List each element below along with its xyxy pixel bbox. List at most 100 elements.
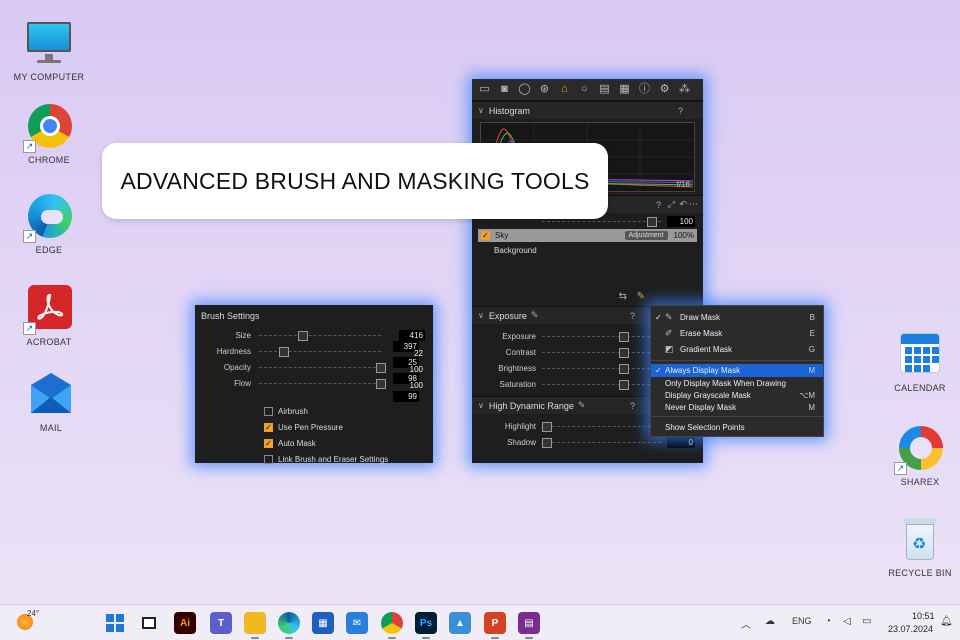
slider-thumb[interactable] (618, 347, 629, 358)
chrome-taskbar-icon[interactable] (381, 612, 403, 639)
details-icon[interactable]: ○ (578, 83, 591, 96)
sharex-icon: ↗ (894, 425, 944, 475)
pen-pressure-checkbox[interactable]: ✓ (264, 422, 273, 432)
brush-icon: ✎ (665, 311, 673, 322)
desktop-icon-sharex[interactable]: ↗ SHAREX (880, 425, 960, 487)
lens-icon[interactable]: ◯ (518, 83, 531, 96)
desktop-icon-calendar[interactable]: CALENDAR (880, 331, 960, 393)
notification-bell-icon[interactable]: 🔔︎ (940, 616, 953, 627)
slider-thumb[interactable] (376, 378, 387, 389)
slider-thumb[interactable] (278, 346, 289, 357)
title-banner: ADVANCED BRUSH AND MASKING TOOLS (102, 143, 608, 219)
auto-mask-option[interactable]: ✓ Auto Mask (195, 435, 433, 451)
extra-value[interactable]: 99 (393, 391, 419, 402)
menu-item-display-grayscale-mask[interactable]: Display Grayscale Mask ⌥M (651, 389, 823, 401)
menu-item-always-display-mask[interactable]: ✓ Always Display Mask M (651, 364, 823, 377)
menu-item-never-display-mask[interactable]: Never Display Mask M (651, 401, 823, 413)
desktop-icon-chrome[interactable]: ↗ CHROME (9, 103, 89, 165)
desktop-icon-mail[interactable]: MAIL (11, 371, 91, 433)
styles-icon[interactable]: ⁂ (678, 83, 691, 96)
chevron-down-icon: ∨ (478, 401, 484, 410)
desktop-icon-acrobat[interactable]: ↗ ACROBAT (9, 285, 89, 347)
airbrush-option[interactable]: Airbrush (195, 403, 433, 419)
brush-icon[interactable]: ✎ (637, 291, 645, 302)
more-icon[interactable]: ⋯ (689, 199, 698, 210)
winrar-icon[interactable]: ▤ (518, 612, 540, 639)
slider-thumb[interactable] (618, 379, 629, 390)
start-button[interactable] (104, 612, 126, 634)
menu-item-gradient-mask[interactable]: ◩ Gradient Mask G (651, 341, 823, 357)
airbrush-checkbox[interactable] (264, 406, 273, 416)
menu-item-draw-mask[interactable]: ✓ ✎ Draw Mask B (651, 309, 823, 325)
powerpoint-icon[interactable]: P (484, 612, 506, 639)
size-value[interactable]: 416 (399, 329, 425, 341)
clock-date[interactable]: 23.07.2024 (888, 624, 933, 634)
link-brush-eraser-option[interactable]: Link Brush and Eraser Settings (195, 451, 433, 467)
checkmark-icon: ✓ (655, 312, 662, 322)
battery-icon[interactable]: ▭ (862, 616, 871, 627)
clock-time[interactable]: 10:51 (912, 611, 935, 621)
wifi-icon[interactable]: ◔ (825, 616, 831, 627)
auto-mask-checkbox[interactable]: ✓ (264, 438, 273, 448)
slider-thumb[interactable] (646, 216, 657, 227)
hdr-title: High Dynamic Range (488, 400, 574, 411)
link-brush-eraser-checkbox[interactable] (264, 454, 273, 464)
pen-pressure-option[interactable]: ✓ Use Pen Pressure (195, 419, 433, 435)
desktop-icon-my-computer[interactable]: MY COMPUTER (9, 20, 89, 82)
windows-icon (106, 614, 124, 632)
slider-thumb[interactable] (542, 421, 552, 432)
layer-name: Background (494, 245, 537, 255)
folder-icon[interactable]: ▭ (478, 83, 491, 96)
task-view-icon[interactable] (138, 612, 160, 634)
chevron-up-icon[interactable]: ︿ (741, 616, 751, 631)
network-off-icon[interactable]: ☁ (765, 616, 775, 627)
slider-thumb[interactable] (376, 362, 387, 373)
menu-item-only-display-when-drawing[interactable]: Only Display Mask When Drawing (651, 377, 823, 389)
camera-icon[interactable]: ◙ (498, 83, 511, 96)
expand-icon[interactable]: ⤢ (668, 199, 675, 210)
picker-icon[interactable]: ✎ (531, 310, 539, 321)
layer-visibility-checkbox[interactable]: ✓ (481, 231, 490, 240)
histogram-header[interactable]: ∨ Histogram ? (472, 101, 703, 119)
help-icon[interactable]: ? (656, 200, 661, 210)
layer-opacity: 100% (673, 231, 694, 240)
recycle-bin-icon: ♻ (896, 516, 944, 564)
layers-icon[interactable]: ▤ (598, 83, 611, 96)
photoshop-icon[interactable]: Ps (415, 612, 437, 639)
output-icon[interactable]: ▦ (618, 83, 631, 96)
exposure-tab-icon[interactable]: ⌂ (558, 83, 571, 96)
menu-item-show-selection-points[interactable]: Show Selection Points (651, 420, 823, 434)
layer-row-background[interactable]: Background (472, 242, 703, 258)
menu-item-erase-mask[interactable]: ✐ Erase Mask E (651, 325, 823, 341)
flow-slider[interactable]: Flow 98 100 (195, 373, 433, 391)
store-icon[interactable]: ▦ (312, 612, 334, 634)
mail-taskbar-icon[interactable]: ✉ (346, 612, 368, 634)
slider-thumb[interactable] (618, 331, 629, 342)
flow-value-alt: 100 (409, 381, 423, 390)
info-icon[interactable]: ⓘ (638, 83, 651, 96)
teams-icon[interactable]: T (210, 612, 232, 634)
illustrator-icon[interactable]: Ai (174, 612, 196, 634)
shadow-value[interactable]: 0 (667, 436, 695, 448)
edge-taskbar-icon[interactable] (278, 612, 300, 639)
photos-icon[interactable]: ▲ (449, 612, 471, 634)
slider-thumb[interactable] (298, 330, 309, 341)
layer-row-sky[interactable]: ✓ Sky Adjustment 100% (478, 229, 697, 242)
slider-thumb[interactable] (542, 437, 552, 448)
layer-opacity-value[interactable]: 100 (667, 215, 695, 227)
file-explorer-icon[interactable] (244, 612, 266, 639)
slider-thumb[interactable] (618, 363, 629, 374)
color-icon[interactable]: ⊛ (538, 83, 551, 96)
help-icon[interactable]: ? (678, 106, 683, 116)
desktop-icon-recycle-bin[interactable]: ♻ RECYCLE BIN (880, 516, 960, 578)
language-indicator[interactable]: ENG (792, 616, 812, 626)
help-icon[interactable]: ? (630, 311, 635, 321)
desktop-icon-edge[interactable]: ↗ EDGE (9, 193, 89, 255)
picker-icon[interactable]: ✎ (578, 400, 586, 411)
weather-temp[interactable]: 24° (27, 609, 39, 618)
help-icon[interactable]: ? (630, 401, 635, 411)
reset-icon[interactable]: ↶ (679, 199, 687, 210)
adjust-icon[interactable]: ⇆ (619, 291, 627, 302)
volume-icon[interactable]: ◁ (843, 616, 851, 627)
gear-icon[interactable]: ⚙ (658, 83, 671, 96)
